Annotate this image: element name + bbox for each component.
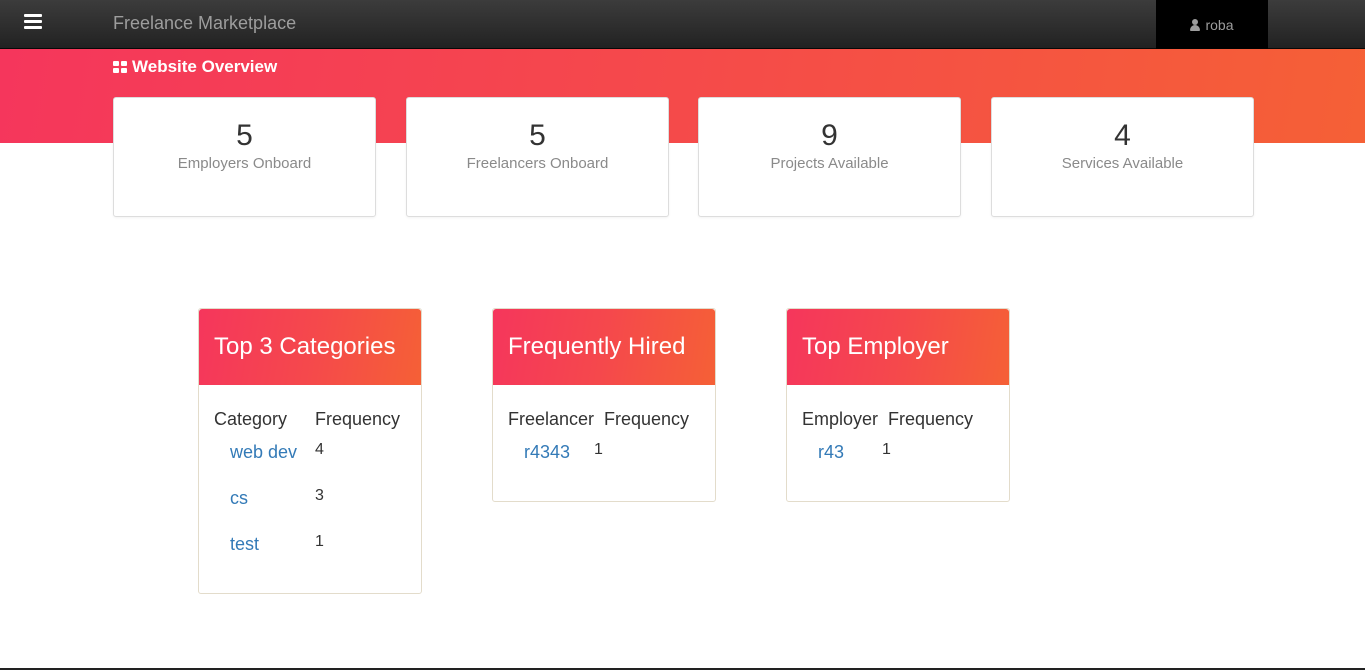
category-link[interactable]: test — [230, 534, 259, 554]
stat-value: 5 — [529, 119, 546, 152]
table-header: Category Frequency — [214, 409, 421, 430]
column-header: Category — [214, 409, 288, 429]
stat-card-services: 4 Services Available — [991, 97, 1254, 217]
stat-label: Services Available — [1061, 155, 1184, 172]
menu-icon[interactable] — [24, 14, 42, 30]
column-header: Freelancer — [508, 409, 595, 429]
stat-value: 5 — [236, 119, 253, 152]
stat-card-employers: 5 Employers Onboard — [113, 97, 376, 217]
column-header: Frequency — [888, 409, 974, 429]
employer-link[interactable]: r43 — [818, 442, 844, 462]
frequency-value: 3 — [315, 487, 324, 504]
panel-title: Frequently Hired — [493, 309, 715, 385]
table-row: test 1 — [214, 534, 421, 580]
brand-title[interactable]: Freelance Marketplace — [113, 13, 296, 34]
page-title: Website Overview — [113, 57, 277, 77]
table-row: r43 1 — [802, 442, 1009, 488]
frequency-value: 4 — [315, 441, 324, 458]
table-row: web dev 4 — [214, 442, 421, 488]
table-row: cs 3 — [214, 488, 421, 534]
user-menu-button[interactable]: roba — [1156, 0, 1268, 49]
page-title-text: Website Overview — [132, 57, 278, 76]
stat-value: 4 — [1114, 119, 1131, 152]
freelancer-link[interactable]: r4343 — [524, 442, 570, 462]
category-link[interactable]: cs — [230, 488, 248, 508]
column-header: Employer — [802, 409, 879, 429]
stat-label: Employers Onboard — [177, 155, 312, 172]
frequency-value: 1 — [594, 441, 603, 458]
column-header: Frequency — [315, 409, 401, 429]
category-link[interactable]: web dev — [230, 442, 297, 462]
top-navbar: Freelance Marketplace roba — [0, 0, 1365, 49]
top-categories-panel: Top 3 Categories Category Frequency web … — [198, 308, 422, 594]
table-row: r4343 1 — [508, 442, 715, 488]
table-header: Freelancer Frequency — [508, 409, 715, 430]
table-header: Employer Frequency — [802, 409, 1009, 430]
dashboard-grid-icon — [113, 61, 127, 73]
column-header: Frequency — [604, 409, 690, 429]
stat-card-projects: 9 Projects Available — [698, 97, 961, 217]
frequently-hired-panel: Frequently Hired Freelancer Frequency r4… — [492, 308, 716, 502]
stat-label: Projects Available — [770, 155, 889, 172]
stat-value: 9 — [821, 119, 838, 152]
panel-title: Top Employer — [787, 309, 1009, 385]
user-icon — [1190, 18, 1201, 31]
stat-label: Freelancers Onboard — [466, 155, 609, 172]
top-employer-panel: Top Employer Employer Frequency r43 1 — [786, 308, 1010, 502]
panel-title: Top 3 Categories — [199, 309, 421, 385]
stat-card-freelancers: 5 Freelancers Onboard — [406, 97, 669, 217]
frequency-value: 1 — [315, 533, 324, 550]
frequency-value: 1 — [882, 441, 891, 458]
user-name: roba — [1205, 16, 1234, 33]
